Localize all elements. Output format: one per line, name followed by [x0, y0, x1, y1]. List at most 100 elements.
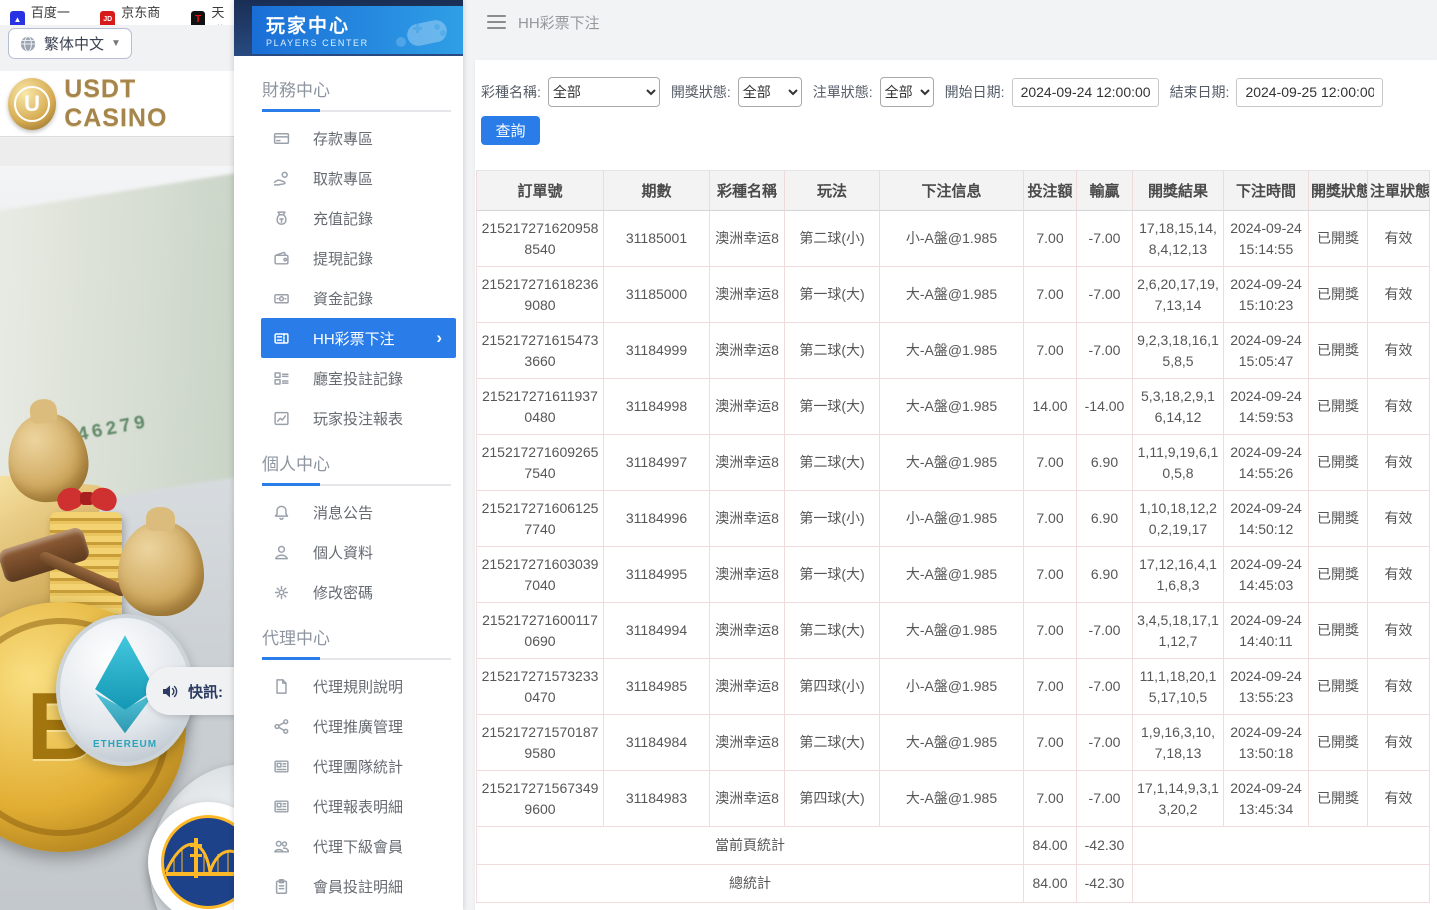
- menu-toggle-icon[interactable]: [487, 11, 506, 33]
- sidebar-item-wallet[interactable]: 提現記錄: [261, 238, 456, 278]
- cell-order-no: 2152172716030397040: [477, 547, 604, 603]
- promo-photo: KB 46279 B ETHEREUM: [0, 166, 234, 910]
- gear-icon: [273, 584, 290, 601]
- cell-win-loss: -14.00: [1077, 379, 1133, 435]
- cell-period: 31184996: [604, 491, 710, 547]
- sidebar-item-team-stats[interactable]: 代理團隊統計: [261, 746, 456, 786]
- customer-service-button[interactable]: [148, 802, 234, 910]
- sidebar-item-hall-list[interactable]: 廳室投註記錄: [261, 358, 456, 398]
- col-header-bet-info: 下注信息: [880, 171, 1024, 211]
- casino-logo[interactable]: U USDT CASINO: [0, 71, 234, 137]
- ethereum-label: ETHEREUM: [60, 739, 190, 750]
- cell-order-status: 有效: [1368, 715, 1430, 771]
- cell-bet-info: 小-A盤@1.985: [880, 491, 1024, 547]
- cell-period: 31184994: [604, 603, 710, 659]
- bookmark-tmall[interactable]: T天猫: [191, 2, 234, 25]
- sidebar-item-withdraw-hand[interactable]: 取款專區: [261, 158, 456, 198]
- table-row: 215217271603039704031184995澳洲幸运8第一球(大)大-…: [477, 547, 1430, 603]
- sidebar-item-lottery-ticket[interactable]: HH彩票下注: [261, 318, 456, 358]
- user-icon: [273, 544, 290, 561]
- deposit-card-icon: [273, 130, 290, 147]
- bell-icon: [273, 504, 290, 521]
- cell-bet-info: 大-A盤@1.985: [880, 771, 1024, 827]
- report-chart-icon: [273, 410, 290, 427]
- sidebar-item-label: 代理規則說明: [313, 676, 403, 697]
- table-row: 215217271618236908031185000澳洲幸运8第一球(大)大-…: [477, 267, 1430, 323]
- section-underline: [262, 110, 451, 112]
- cell-bet-time: 2024-09-24 15:10:23: [1224, 267, 1309, 323]
- sidebar-item-users[interactable]: 代理下級會員: [261, 826, 456, 866]
- section-title: 個人中心: [234, 450, 463, 475]
- users-icon: [273, 838, 290, 855]
- cell-order-status: 有效: [1368, 491, 1430, 547]
- bets-table: 訂單號期數彩種名稱玩法下注信息投注額輸贏開獎結果下注時間開獎狀態注單狀態 2152…: [476, 170, 1430, 903]
- cell-bet-amount: 7.00: [1024, 659, 1077, 715]
- cell-lottery-name: 澳洲幸运8: [710, 659, 785, 715]
- order-status-select[interactable]: 全部: [880, 77, 934, 107]
- cell-bet-time: 2024-09-24 14:59:53: [1224, 379, 1309, 435]
- cell-period: 31184985: [604, 659, 710, 715]
- jd-icon: JD: [100, 11, 115, 25]
- cell-draw-result: 17,18,15,14,8,4,12,13: [1133, 211, 1224, 267]
- sidebar-item-share[interactable]: 代理推廣管理: [261, 706, 456, 746]
- cell-draw-result: 17,1,14,9,3,13,20,2: [1133, 771, 1224, 827]
- draw-status-filter-label: 開獎狀態:: [671, 82, 731, 102]
- cell-order-status: 有效: [1368, 771, 1430, 827]
- sidebar-header[interactable]: 玩家中心 PLAYERS CENTER: [252, 6, 463, 54]
- query-button[interactable]: 查詢: [481, 116, 540, 145]
- wallet-icon: [273, 250, 290, 267]
- cell-lottery-name: 澳洲幸运8: [710, 435, 785, 491]
- col-header-bet-time: 下注時間: [1224, 171, 1309, 211]
- cell-draw-status: 已開獎: [1309, 491, 1368, 547]
- sidebar-item-label: 代理推廣管理: [313, 716, 403, 737]
- main-area: HH彩票下注 彩種名稱: 全部 開獎狀態: 全部 注單狀態: 全部 開始日期:: [463, 0, 1437, 910]
- ticker-label: 快訊:: [188, 681, 223, 702]
- sidebar-item-transaction-list[interactable]: 會員交易明細: [261, 906, 456, 910]
- cell-play-method: 第一球(小): [785, 491, 880, 547]
- sidebar-item-clipboard[interactable]: 會員投註明細: [261, 866, 456, 906]
- sidebar-item-report-detail[interactable]: 代理報表明細: [261, 786, 456, 826]
- cell-bet-time: 2024-09-24 13:55:23: [1224, 659, 1309, 715]
- cell-lottery-name: 澳洲幸运8: [710, 715, 785, 771]
- bookmark-jd[interactable]: JD京东商城: [100, 2, 166, 25]
- summary-label: 總統計: [477, 865, 1024, 903]
- sidebar-item-moneybag[interactable]: 充值記錄: [261, 198, 456, 238]
- player-center-sidebar: 玩家中心 PLAYERS CENTER 財務中心存款專區取款專區充值記錄提現記錄…: [234, 0, 463, 910]
- start-date-input[interactable]: [1012, 78, 1159, 107]
- cell-draw-status: 已開獎: [1309, 379, 1368, 435]
- lottery-select[interactable]: 全部: [548, 77, 660, 107]
- cell-order-status: 有效: [1368, 435, 1430, 491]
- sidebar-item-user[interactable]: 個人資料: [261, 532, 456, 572]
- sidebar-item-bell[interactable]: 消息公告: [261, 492, 456, 532]
- draw-status-select[interactable]: 全部: [738, 77, 802, 107]
- cell-play-method: 第二球(小): [785, 211, 880, 267]
- sidebar-item-deposit-card[interactable]: 存款專區: [261, 118, 456, 158]
- cell-order-no: 2152172716154733660: [477, 323, 604, 379]
- sidebar-item-funds[interactable]: 資金記錄: [261, 278, 456, 318]
- cell-bet-info: 大-A盤@1.985: [880, 379, 1024, 435]
- end-date-input[interactable]: [1236, 78, 1383, 107]
- baidu-icon: ▲: [10, 11, 25, 25]
- bookmark-baidu[interactable]: ▲百度一下: [10, 2, 76, 25]
- cell-play-method: 第一球(大): [785, 547, 880, 603]
- language-selector[interactable]: 繁体中文 ▼: [8, 28, 132, 59]
- cell-draw-result: 9,2,3,18,16,15,8,5: [1133, 323, 1224, 379]
- cell-lottery-name: 澳洲幸运8: [710, 771, 785, 827]
- cell-win-loss: -7.00: [1077, 659, 1133, 715]
- app-root: ▲百度一下 JD京东商城 T天猫 繁体中文 ▼ U USDT CASINO KB 4…: [0, 0, 1437, 910]
- sidebar-item-label: 資金記錄: [313, 288, 373, 309]
- header-row: 訂單號期數彩種名稱玩法下注信息投注額輸贏開獎結果下注時間開獎狀態注單狀態: [477, 171, 1430, 211]
- cell-lottery-name: 澳洲幸运8: [710, 603, 785, 659]
- col-header-win-loss: 輸贏: [1077, 171, 1133, 211]
- cell-draw-status: 已開獎: [1309, 547, 1368, 603]
- news-ticker[interactable]: 快訊:: [146, 667, 234, 715]
- sidebar-item-report-chart[interactable]: 玩家投注報表: [261, 398, 456, 438]
- cell-play-method: 第二球(大): [785, 603, 880, 659]
- sidebar-item-label: 存款專區: [313, 128, 373, 149]
- cell-bet-info: 大-A盤@1.985: [880, 715, 1024, 771]
- col-header-period: 期數: [604, 171, 710, 211]
- sidebar-item-gear[interactable]: 修改密碼: [261, 572, 456, 612]
- cell-win-loss: -7.00: [1077, 323, 1133, 379]
- sidebar-item-document[interactable]: 代理規則說明: [261, 666, 456, 706]
- money-bag-art: [118, 522, 204, 616]
